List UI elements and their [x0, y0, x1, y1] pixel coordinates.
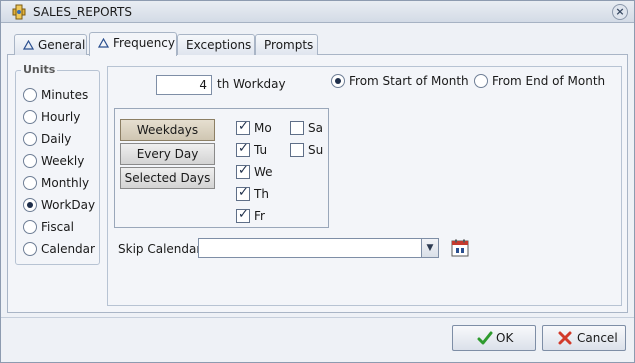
radio-label: From End of Month	[492, 73, 606, 88]
radio-button[interactable]	[331, 73, 345, 88]
checkbox[interactable]	[236, 141, 250, 157]
radio-label: Calendar	[41, 241, 95, 256]
checkbox[interactable]	[236, 119, 250, 135]
cancel-x-icon	[558, 331, 572, 345]
radio-label: Weekly	[41, 153, 85, 168]
radio-button[interactable]	[474, 73, 488, 88]
checkbox-th[interactable]: Th	[236, 185, 269, 204]
checkbox-label: Sa	[308, 120, 323, 135]
radio-button[interactable]	[23, 87, 37, 102]
radio-label: Monthly	[41, 175, 90, 190]
footer-divider	[1, 317, 634, 318]
radio-from-end-of-month[interactable]: From End of Month	[474, 73, 605, 91]
selected-days-button[interactable]: Selected Days	[120, 167, 215, 189]
radio-calendar[interactable]: Calendar	[23, 241, 95, 259]
radio-minutes[interactable]: Minutes	[23, 87, 88, 105]
checkbox[interactable]	[236, 207, 250, 223]
radio-label: Minutes	[41, 87, 89, 102]
tab-exceptions[interactable]: Exceptions	[177, 34, 255, 55]
radio-fiscal[interactable]: Fiscal	[23, 219, 74, 237]
dialog-window: SALES_REPORTS × General Frequency Except…	[0, 0, 635, 363]
radio-weekly[interactable]: Weekly	[23, 153, 84, 171]
app-icon	[12, 4, 26, 20]
triangle-icon	[98, 38, 109, 48]
triangle-icon	[23, 40, 34, 50]
weekdays-button[interactable]: Weekdays	[120, 119, 215, 141]
close-icon[interactable]: ×	[612, 4, 628, 20]
checkbox-we[interactable]: We	[236, 163, 273, 182]
every-day-button[interactable]: Every Day	[120, 143, 215, 165]
radio-hourly[interactable]: Hourly	[23, 109, 80, 127]
title-bar[interactable]: SALES_REPORTS ×	[1, 1, 634, 23]
radio-label: From Start of Month	[349, 73, 469, 88]
checkbox[interactable]	[290, 120, 304, 135]
checkbox-label: We	[254, 164, 273, 179]
tab-general-label: General	[38, 38, 86, 52]
skip-calendar-label: Skip Calendar	[118, 242, 202, 256]
radio-from-start-of-month[interactable]: From Start of Month	[331, 73, 469, 91]
cancel-button[interactable]: Cancel	[542, 325, 626, 351]
radio-button[interactable]	[23, 131, 37, 146]
checkbox-mo[interactable]: Mo	[236, 119, 272, 138]
tab-prompts[interactable]: Prompts	[255, 34, 318, 55]
checkbox-label: Su	[308, 142, 324, 157]
checkbox-tu[interactable]: Tu	[236, 141, 268, 160]
radio-button[interactable]	[23, 109, 37, 124]
chevron-down-icon[interactable]: ▼	[421, 239, 438, 257]
tab-general[interactable]: General	[14, 34, 87, 55]
radio-button[interactable]	[23, 175, 37, 190]
checkbox-sa[interactable]: Sa	[290, 120, 323, 138]
checkmark-icon	[477, 331, 493, 345]
radio-button[interactable]	[23, 219, 37, 234]
radio-button[interactable]	[23, 197, 37, 212]
checkbox[interactable]	[236, 163, 250, 179]
checkbox-label: Tu	[254, 142, 268, 157]
ok-label: OK	[496, 331, 514, 345]
tab-frequency[interactable]: Frequency	[89, 32, 177, 56]
radio-button[interactable]	[23, 153, 37, 168]
window-title: SALES_REPORTS	[33, 5, 132, 19]
tab-prompts-label: Prompts	[264, 38, 314, 52]
checkbox-label: Th	[254, 186, 269, 201]
checkbox-su[interactable]: Su	[290, 142, 323, 160]
calendar-icon[interactable]	[451, 239, 469, 257]
workday-number-input[interactable]: 4	[156, 75, 212, 95]
ok-button[interactable]: OK	[452, 325, 536, 351]
tab-frequency-label: Frequency	[113, 36, 175, 50]
radio-label: Fiscal	[41, 219, 74, 234]
radio-label: WorkDay	[41, 197, 96, 212]
radio-workday[interactable]: WorkDay	[23, 197, 95, 215]
checkbox[interactable]	[290, 142, 304, 157]
checkbox-label: Mo	[254, 120, 272, 135]
workday-label: th Workday	[217, 77, 286, 91]
radio-daily[interactable]: Daily	[23, 131, 71, 149]
checkbox[interactable]	[236, 185, 250, 201]
units-legend: Units	[21, 63, 58, 76]
radio-button[interactable]	[23, 241, 37, 256]
radio-label: Daily	[41, 131, 72, 146]
checkbox-label: Fr	[254, 208, 265, 223]
tab-exceptions-label: Exceptions	[186, 38, 252, 52]
cancel-label: Cancel	[577, 331, 618, 345]
skip-calendar-select[interactable]: ▼	[198, 238, 439, 258]
radio-label: Hourly	[41, 109, 81, 124]
radio-monthly[interactable]: Monthly	[23, 175, 89, 193]
checkbox-fr[interactable]: Fr	[236, 207, 265, 226]
